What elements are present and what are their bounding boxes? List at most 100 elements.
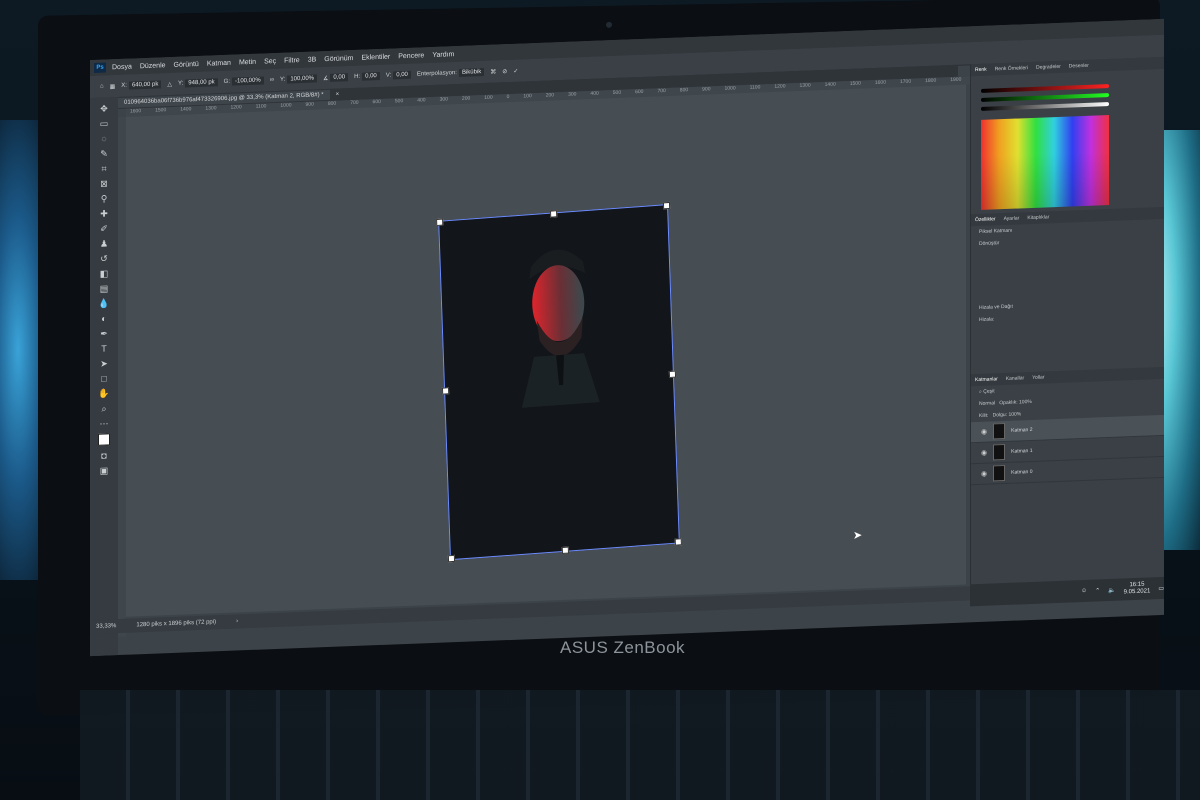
height-field[interactable]: Y: 100,00% — [280, 74, 317, 84]
hand-tool-icon[interactable]: ✋ — [98, 388, 110, 398]
menu-help[interactable]: Yardım — [432, 51, 454, 59]
cancel-icon[interactable]: ⊘ — [502, 68, 507, 75]
clock[interactable]: 16:15 9.05.2021 — [1124, 581, 1151, 596]
transform-handle-top[interactable] — [549, 210, 558, 218]
volume-icon[interactable]: 🔈 — [1108, 586, 1115, 593]
vskew-field[interactable]: V: 0,00 — [386, 70, 411, 80]
chevron-up-icon[interactable]: ⌃ — [1095, 587, 1100, 594]
zoom-level[interactable]: 33,33% — [96, 623, 116, 630]
menu-image[interactable]: Görüntü — [174, 60, 199, 68]
opacity-value[interactable]: 100% — [1019, 399, 1032, 405]
layer-name: Katman 0 — [1011, 468, 1033, 476]
fill-value[interactable]: 100% — [1008, 411, 1021, 417]
menu-3d[interactable]: 3B — [308, 56, 317, 63]
hskew-field[interactable]: H: 0,00 — [354, 72, 380, 81]
menu-plugins[interactable]: Eklentiler — [361, 53, 390, 61]
mouse-cursor-icon: ➤ — [853, 529, 863, 542]
image-layer-transform[interactable] — [436, 201, 682, 563]
lock-label: Kilit: — [979, 412, 989, 419]
marquee-tool-icon[interactable]: ▭ — [98, 118, 110, 128]
move-tool-icon[interactable]: ✥ — [98, 103, 110, 113]
menu-view[interactable]: Görünüm — [324, 55, 353, 63]
transform-handle-left[interactable] — [441, 387, 450, 395]
eye-icon[interactable]: ◉ — [981, 449, 987, 457]
screen-mode-icon[interactable]: ▣ — [98, 465, 110, 475]
laptop-brand-label: ASUS ZenBook — [560, 638, 686, 657]
transform-handle-tr[interactable] — [662, 201, 671, 210]
menu-edit[interactable]: Düzenle — [140, 62, 166, 70]
brush-tool-icon[interactable]: ✐ — [98, 223, 110, 233]
quick-select-tool-icon[interactable]: ✎ — [98, 148, 110, 158]
angle-field[interactable]: ∡ 0,00 — [323, 73, 349, 82]
tab-layers[interactable]: Katmanlar — [975, 376, 998, 383]
x-field[interactable]: X: 640,00 pk — [121, 80, 162, 90]
menu-window[interactable]: Pencere — [398, 52, 424, 60]
layers-panel: Katmanlar Kanallar Yollar ⌕ Çeşit Normal… — [971, 366, 1164, 574]
color-spectrum[interactable] — [981, 115, 1109, 210]
commit-icon[interactable]: ✓ — [513, 67, 518, 74]
width-field[interactable]: G: -100,00% — [224, 76, 264, 86]
y-field[interactable]: Y: 948,00 pk — [178, 78, 218, 88]
eyedropper-tool-icon[interactable]: ⚲ — [98, 193, 110, 203]
red-slider[interactable] — [981, 84, 1109, 93]
transform-handle-bottom[interactable] — [561, 546, 570, 555]
tab-swatches[interactable]: Renk Örnekleri — [995, 65, 1028, 72]
layer-name: Katman 2 — [1011, 426, 1033, 434]
menu-layer[interactable]: Katman — [207, 59, 231, 67]
tab-libraries[interactable]: Kitaplıklar — [1027, 214, 1049, 221]
eraser-tool-icon[interactable]: ◧ — [98, 268, 110, 278]
history-brush-tool-icon[interactable]: ↺ — [98, 253, 110, 263]
transform-handle-bl[interactable] — [447, 554, 456, 563]
eye-icon[interactable]: ◉ — [981, 428, 987, 436]
tab-adjustments[interactable]: Ayarlar — [1004, 215, 1020, 222]
quick-mask-icon[interactable]: ◘ — [98, 450, 110, 460]
foreground-color-swatch[interactable] — [98, 433, 110, 446]
menu-type[interactable]: Metin — [239, 58, 256, 66]
crop-tool-icon[interactable]: ⌗ — [98, 163, 110, 173]
transform-handle-tl[interactable] — [436, 218, 444, 227]
menu-filter[interactable]: Filtre — [284, 57, 300, 65]
link-icon[interactable]: ∞ — [270, 77, 274, 83]
layer-thumbnail — [993, 464, 1006, 482]
tab-patterns[interactable]: Desenler — [1069, 63, 1089, 70]
properties-panel: Özellikler Ayarlar Kitaplıklar Piksel Ka… — [971, 206, 1164, 364]
healing-tool-icon[interactable]: ✚ — [98, 208, 110, 218]
warp-icon[interactable]: ⌘ — [490, 68, 496, 75]
pen-tool-icon[interactable]: ✒ — [98, 328, 110, 338]
menu-file[interactable]: Dosya — [112, 63, 132, 71]
blue-slider[interactable] — [981, 102, 1109, 111]
menu-select[interactable]: Seç — [264, 57, 276, 64]
rectangle-tool-icon[interactable]: □ — [98, 373, 110, 383]
portrait-image — [521, 249, 600, 408]
type-tool-icon[interactable]: T — [98, 343, 110, 353]
tab-properties[interactable]: Özellikler — [975, 216, 996, 223]
interpolation-select[interactable]: Enterpolasyon: Bikübik — [417, 67, 485, 79]
fill-label: Dolgu: — [992, 411, 1008, 419]
more-tools-icon[interactable]: ⋯ — [98, 418, 110, 428]
home-icon[interactable]: ⌂ — [100, 84, 104, 90]
status-expand-icon[interactable]: › — [236, 618, 238, 624]
transform-handle-br[interactable] — [674, 538, 682, 546]
transform-handle-right[interactable] — [668, 370, 677, 379]
blend-mode-select[interactable]: Normal — [979, 400, 995, 407]
path-select-tool-icon[interactable]: ➤ — [98, 358, 110, 368]
tab-channels[interactable]: Kanallar — [1006, 375, 1024, 382]
tab-paths[interactable]: Yollar — [1032, 374, 1044, 380]
close-tab-icon[interactable]: × — [336, 92, 340, 98]
webcam — [606, 21, 612, 28]
gradient-tool-icon[interactable]: ▤ — [98, 283, 110, 293]
stamp-tool-icon[interactable]: ♟ — [98, 238, 110, 248]
people-icon[interactable]: ☺ — [1081, 588, 1087, 594]
lasso-tool-icon[interactable]: ◌ — [98, 133, 110, 143]
canvas-area[interactable]: ➤ — [126, 84, 966, 617]
tab-color[interactable]: Renk — [975, 67, 987, 73]
reference-point-icon[interactable]: ▦ — [110, 83, 116, 90]
green-slider[interactable] — [981, 93, 1109, 102]
eye-icon[interactable]: ◉ — [981, 470, 987, 478]
blur-tool-icon[interactable]: 💧 — [98, 298, 110, 308]
dodge-tool-icon[interactable]: ◐ — [98, 313, 110, 323]
zoom-tool-icon[interactable]: ⌕ — [98, 403, 110, 413]
notifications-icon[interactable]: ▭ — [1158, 584, 1164, 591]
frame-tool-icon[interactable]: ⊠ — [98, 178, 110, 188]
tab-gradients[interactable]: Degradeler — [1036, 64, 1061, 71]
